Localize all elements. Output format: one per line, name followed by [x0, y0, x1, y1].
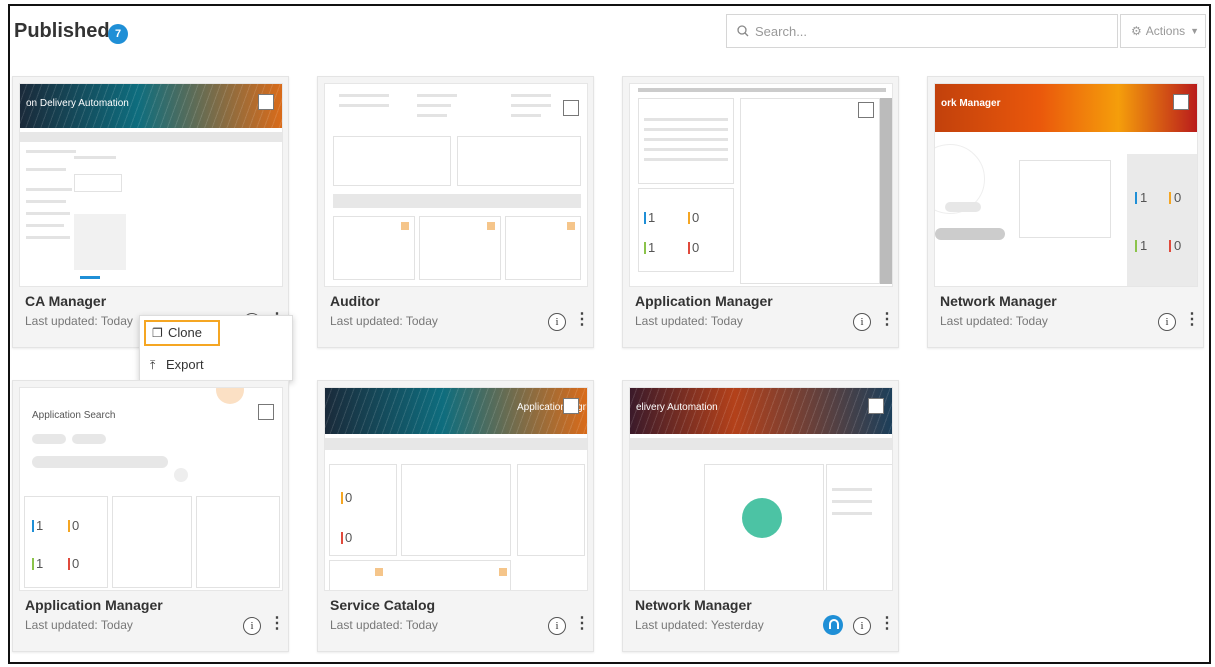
dashboard-card[interactable]: on Delivery Automation CA Manager Last u… — [12, 76, 293, 381]
card-thumbnail[interactable]: on Delivery Automation — [19, 83, 283, 287]
page-header: Published 7 ⚙Actions ▼ — [10, 6, 1209, 60]
select-checkbox[interactable] — [858, 102, 874, 118]
export-menu-item[interactable]: ⤒ Export — [144, 352, 290, 378]
kebab-icon[interactable]: ⋮ — [574, 615, 590, 633]
export-icon: ⤒ — [150, 358, 156, 372]
select-checkbox[interactable] — [563, 100, 579, 116]
thumbnail-title: Application Search — [32, 410, 116, 421]
card-name: Auditor — [330, 293, 380, 309]
dashboard-card[interactable]: 1 0 1 0 Application Manager Last updated… — [622, 76, 899, 348]
thumbnail-banner: Application Mgr — [325, 388, 587, 434]
actions-dropdown[interactable]: ⚙ Actions ▼ — [1120, 14, 1206, 48]
card-thumbnail[interactable]: Application Search 1 0 1 0 — [19, 387, 283, 591]
card-name: Service Catalog — [330, 597, 436, 613]
card-updated: Last updated: Today — [635, 314, 743, 328]
thumbnail-title: on Delivery Automation — [26, 98, 129, 109]
clone-menu-item[interactable]: ❐ Clone — [144, 320, 220, 346]
card-updated: Last updated: Today — [330, 314, 438, 328]
kebab-icon[interactable]: ⋮ — [879, 615, 895, 633]
card-updated: Last updated: Today — [25, 618, 133, 632]
dashboard-card[interactable]: Application Mgr 0 0 Service Catalog Last… — [317, 380, 594, 652]
card-thumbnail[interactable] — [324, 83, 588, 287]
card-thumbnail[interactable]: Application Mgr 0 0 — [324, 387, 588, 591]
card-updated: Last updated: Today — [25, 314, 133, 328]
actions-label: Actions — [1145, 24, 1186, 38]
dashboard-card[interactable]: Auditor Last updated: Today i ⋮ — [317, 76, 594, 348]
select-checkbox[interactable] — [258, 94, 274, 110]
info-icon[interactable]: i — [853, 617, 871, 635]
card-updated: Last updated: Today — [940, 314, 1048, 328]
export-label: Export — [166, 357, 204, 372]
clone-icon: ❐ — [152, 326, 163, 340]
card-thumbnail[interactable]: elivery Automation — [629, 387, 893, 591]
card-thumbnail[interactable]: ork Manager 1 0 1 0 — [934, 83, 1198, 287]
select-checkbox[interactable] — [868, 398, 884, 414]
gear-icon: ⚙ — [1131, 24, 1142, 38]
chart-circle — [742, 498, 782, 538]
search-input[interactable] — [755, 16, 1105, 46]
card-updated: Last updated: Yesterday — [635, 618, 764, 632]
search-icon — [737, 24, 749, 42]
info-icon[interactable]: i — [548, 617, 566, 635]
select-checkbox[interactable] — [1173, 94, 1189, 110]
kebab-icon[interactable]: ⋮ — [574, 311, 590, 329]
card-thumbnail[interactable]: 1 0 1 0 — [629, 83, 893, 287]
card-context-menu: ❐ Clone ⤒ Export — [139, 315, 293, 381]
thumbnail-title: elivery Automation — [636, 402, 718, 413]
dashboard-frame: Published 7 ⚙Actions ▼ on Delivery Autom… — [8, 4, 1211, 664]
info-icon[interactable]: i — [1158, 313, 1176, 331]
dashboard-card[interactable]: Application Search 1 0 1 0 Application M… — [12, 380, 289, 652]
select-checkbox[interactable] — [258, 404, 274, 420]
card-name: Application Manager — [25, 597, 163, 613]
search-box[interactable] — [726, 14, 1118, 48]
card-name: Application Manager — [635, 293, 773, 309]
card-name: Network Manager — [635, 597, 752, 613]
thumbnail-title: ork Manager — [941, 98, 1001, 109]
kebab-icon[interactable]: ⋮ — [1184, 311, 1200, 329]
select-checkbox[interactable] — [563, 398, 579, 414]
count-badge: 7 — [108, 24, 128, 44]
card-name: CA Manager — [25, 293, 107, 309]
chevron-down-icon: ▼ — [1190, 26, 1199, 36]
page-title: Published — [14, 20, 110, 42]
dashboard-card[interactable]: ork Manager 1 0 1 0 Network Manager Last… — [927, 76, 1204, 348]
share-icon[interactable] — [823, 615, 843, 635]
card-updated: Last updated: Today — [330, 618, 438, 632]
thumbnail-banner: elivery Automation — [630, 388, 892, 434]
kebab-icon[interactable]: ⋮ — [269, 615, 285, 633]
card-name: Network Manager — [940, 293, 1057, 309]
kebab-icon[interactable]: ⋮ — [879, 311, 895, 329]
thumbnail-banner: on Delivery Automation — [20, 84, 282, 128]
thumbnail-banner: ork Manager — [935, 84, 1197, 132]
info-icon[interactable]: i — [548, 313, 566, 331]
dashboard-card[interactable]: elivery Automation Network Manager Last … — [622, 380, 899, 652]
clone-label: Clone — [168, 325, 202, 340]
info-icon[interactable]: i — [853, 313, 871, 331]
info-icon[interactable]: i — [243, 617, 261, 635]
